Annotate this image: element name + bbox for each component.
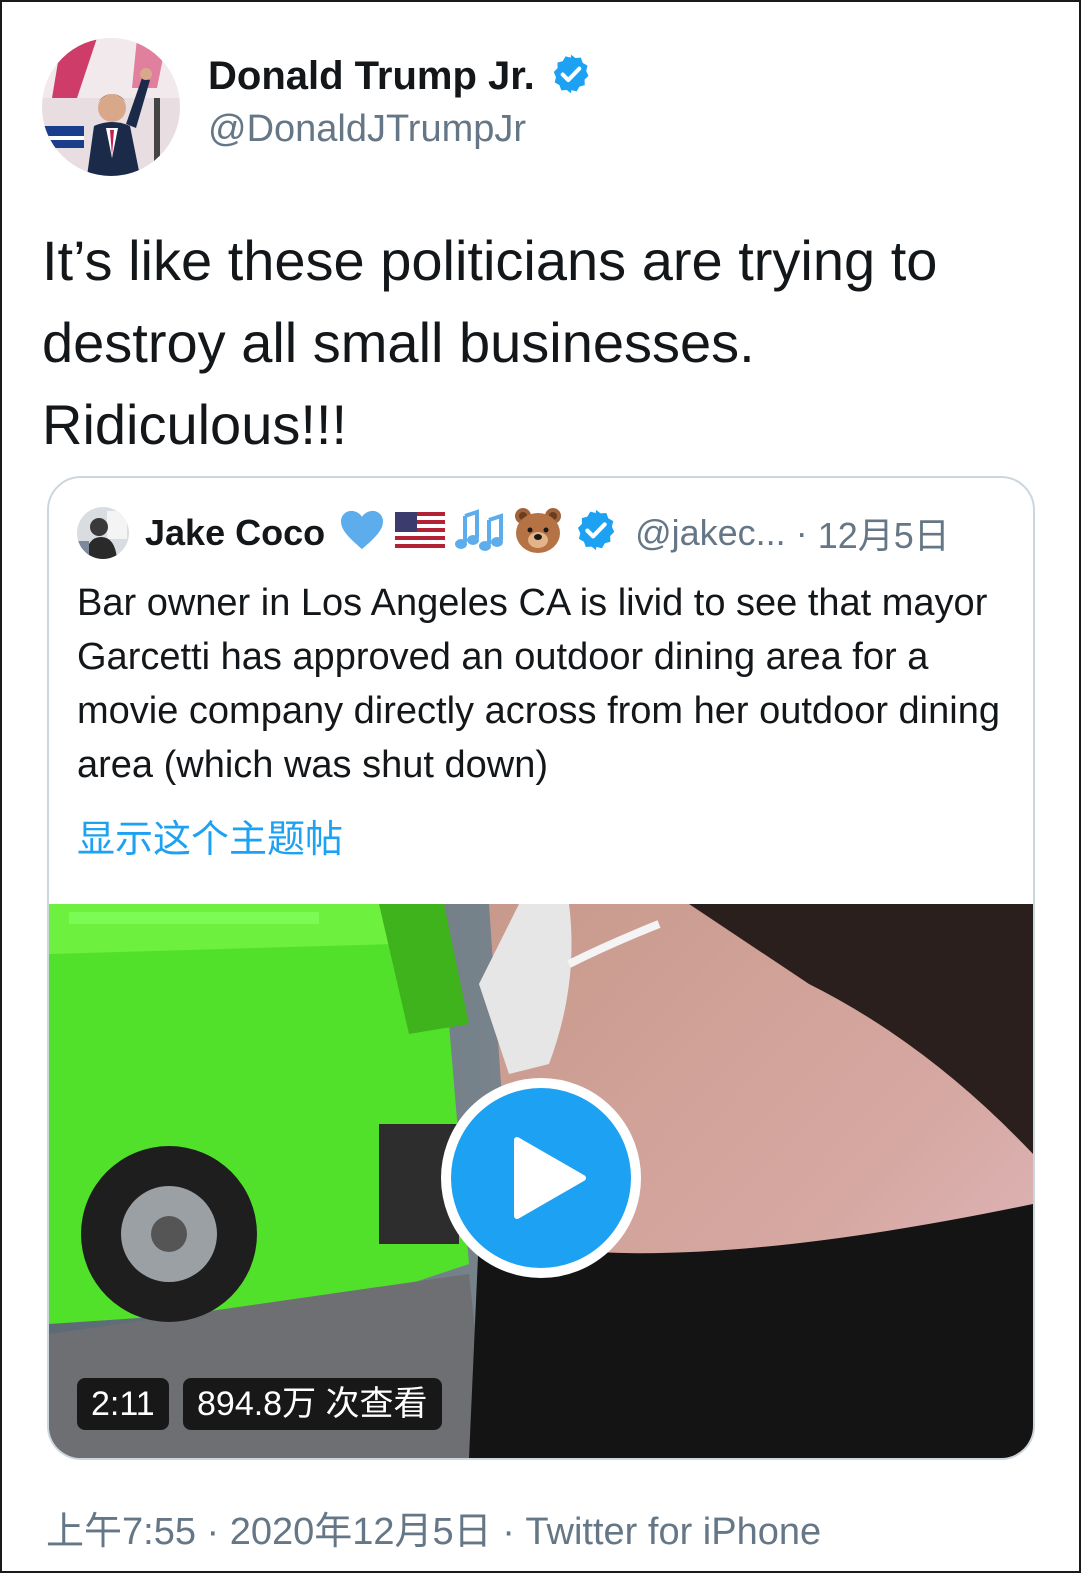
music-notes-icon — [455, 508, 504, 557]
bear-face-icon — [513, 506, 563, 559]
tweet-card: Donald Trump Jr. @DonaldJTrumpJr It’s li… — [0, 0, 1081, 1573]
video-duration-badge: 2:11 — [77, 1378, 169, 1430]
quoted-author-handle[interactable]: @jakec... — [635, 512, 786, 554]
quoted-author-name[interactable]: Jake Coco — [145, 512, 325, 554]
verified-badge-icon — [549, 52, 593, 101]
quoted-verified-badge-icon — [573, 507, 619, 558]
play-button[interactable] — [441, 1078, 641, 1278]
us-flag-icon — [395, 512, 446, 553]
dot-separator: · — [795, 511, 808, 553]
blue-heart-icon — [339, 509, 385, 556]
video-views-badge: 894.8万 次查看 — [183, 1378, 442, 1430]
quoted-date[interactable]: 12月5日 — [818, 507, 950, 559]
author-name[interactable]: Donald Trump Jr. — [208, 54, 535, 99]
quoted-avatar[interactable] — [77, 506, 129, 559]
video-player[interactable]: 2:11 894.8万 次查看 — [49, 904, 1033, 1458]
tweet-timestamp[interactable]: 上午7:55 · 2020年12月5日 · Twitter for iPhone — [46, 1500, 821, 1555]
show-thread-link[interactable]: 显示这个主题帖 — [77, 808, 343, 863]
author-handle[interactable]: @DonaldJTrumpJr — [208, 108, 526, 151]
author-name-row: Donald Trump Jr. — [208, 52, 593, 101]
quoted-header: Jake Coco @jakec... · 12月5日 — [77, 506, 950, 559]
play-icon — [509, 1134, 589, 1227]
tweet-text: It’s like these politicians are trying t… — [42, 229, 938, 456]
author-avatar[interactable] — [42, 38, 180, 176]
quoted-tweet[interactable]: Jake Coco @jakec... · 12月5日 Bar owner in… — [47, 476, 1035, 1460]
quoted-text: Bar owner in Los Angeles CA is livid to … — [77, 582, 1000, 786]
